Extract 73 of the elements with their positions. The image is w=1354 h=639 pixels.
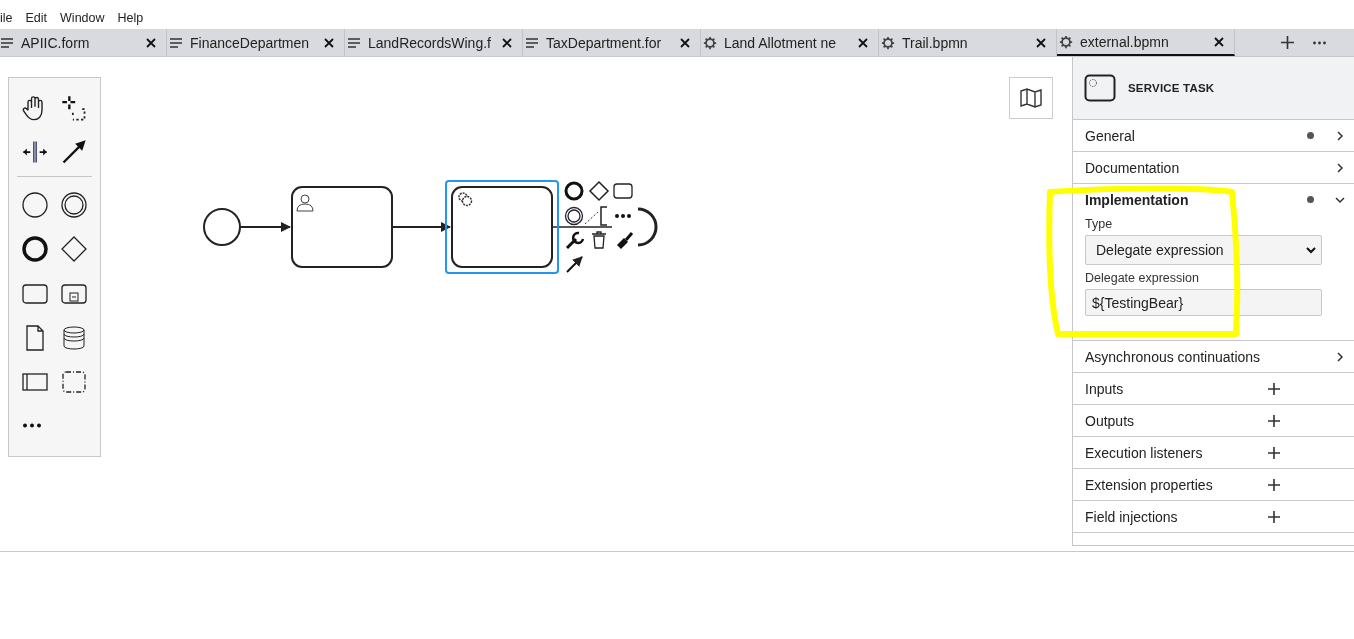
- add-tab-icon[interactable]: [1281, 36, 1294, 49]
- chevron-down-icon: [1305, 244, 1317, 256]
- section-header[interactable]: Inputs: [1073, 373, 1354, 405]
- menu-item[interactable]: Window: [60, 11, 105, 25]
- gear-icon: [703, 35, 717, 50]
- form-icon: [0, 35, 14, 50]
- intermediate-event-icon[interactable]: [60, 191, 89, 220]
- gear-icon: [1059, 34, 1073, 49]
- add-icon[interactable]: [1268, 510, 1280, 523]
- type-dropdown[interactable]: Delegate expression: [1085, 235, 1322, 265]
- connect-arrow-icon[interactable]: [566, 256, 583, 273]
- end-event-icon[interactable]: [564, 181, 584, 201]
- close-icon[interactable]: [146, 37, 156, 48]
- trash-icon[interactable]: [591, 231, 607, 249]
- file-tab[interactable]: Land Allotment ne: [701, 29, 879, 56]
- intermediate-event-icon[interactable]: [564, 206, 584, 226]
- section-header[interactable]: Outputs: [1073, 405, 1354, 437]
- close-icon[interactable]: [680, 37, 690, 48]
- start-event-icon[interactable]: [20, 191, 49, 220]
- sequence-flow: [239, 222, 291, 232]
- expression-input[interactable]: ${TestingBear}: [1085, 289, 1322, 316]
- close-icon[interactable]: [1036, 37, 1046, 48]
- gateway-icon[interactable]: [60, 235, 89, 264]
- chevron-right-icon[interactable]: [1334, 129, 1346, 142]
- annotation-icon[interactable]: [584, 206, 608, 226]
- section-header[interactable]: General: [1073, 120, 1354, 152]
- field-label: Delegate expression: [1085, 271, 1200, 285]
- close-icon[interactable]: [324, 37, 334, 48]
- menu-item[interactable]: Edit: [25, 11, 48, 25]
- more-icon[interactable]: [21, 423, 42, 429]
- section-header[interactable]: Extension properties: [1073, 469, 1354, 501]
- end-event-icon[interactable]: [20, 235, 49, 264]
- menu-item[interactable]: ile: [0, 11, 13, 25]
- form-icon: [169, 35, 183, 50]
- form-icon: [525, 35, 539, 50]
- panel-title: SERVICE TASK: [1128, 82, 1215, 94]
- user-task[interactable]: [291, 186, 393, 268]
- add-icon[interactable]: [1268, 478, 1280, 491]
- minimap-button[interactable]: [1009, 77, 1053, 119]
- chevron-right-icon[interactable]: [1334, 161, 1346, 174]
- paintbrush-icon[interactable]: [617, 232, 634, 249]
- more-icon[interactable]: [615, 214, 631, 218]
- start-event[interactable]: [203, 208, 241, 246]
- gateway-icon[interactable]: [588, 180, 610, 202]
- close-icon[interactable]: [858, 37, 868, 48]
- close-icon[interactable]: [1214, 36, 1224, 47]
- menu-item[interactable]: Help: [117, 11, 144, 25]
- add-icon[interactable]: [1268, 446, 1280, 459]
- task-icon[interactable]: [613, 183, 633, 199]
- section-header[interactable]: Execution listeners: [1073, 437, 1354, 469]
- section-header[interactable]: Documentation: [1073, 152, 1354, 184]
- add-icon[interactable]: [1268, 414, 1280, 427]
- file-tab[interactable]: TaxDepartment.for: [523, 29, 701, 56]
- chevron-right-icon[interactable]: [1334, 350, 1346, 363]
- gear-icon: [881, 35, 895, 50]
- service-task[interactable]: [445, 180, 559, 274]
- file-tab[interactable]: FinanceDepartmen: [167, 29, 345, 56]
- file-tab[interactable]: LandRecordsWing.f: [345, 29, 523, 56]
- sequence-flow: [391, 222, 451, 232]
- form-icon: [347, 35, 361, 50]
- section-header[interactable]: Implementation: [1073, 184, 1354, 215]
- file-tab[interactable]: Trail.bpmn: [879, 29, 1057, 56]
- map-icon: [1019, 86, 1043, 110]
- service-task-icon: [1084, 74, 1116, 102]
- file-tab[interactable]: APIIC.form: [0, 29, 167, 56]
- section-header[interactable]: Field injections: [1073, 501, 1354, 533]
- arc-mark: [637, 207, 658, 247]
- more-icon[interactable]: [1312, 40, 1327, 45]
- wrench-icon[interactable]: [565, 231, 585, 250]
- close-icon[interactable]: [502, 37, 512, 48]
- section-header[interactable]: Asynchronous continuations: [1073, 341, 1354, 373]
- add-icon[interactable]: [1268, 382, 1280, 395]
- field-label: Type: [1085, 217, 1114, 231]
